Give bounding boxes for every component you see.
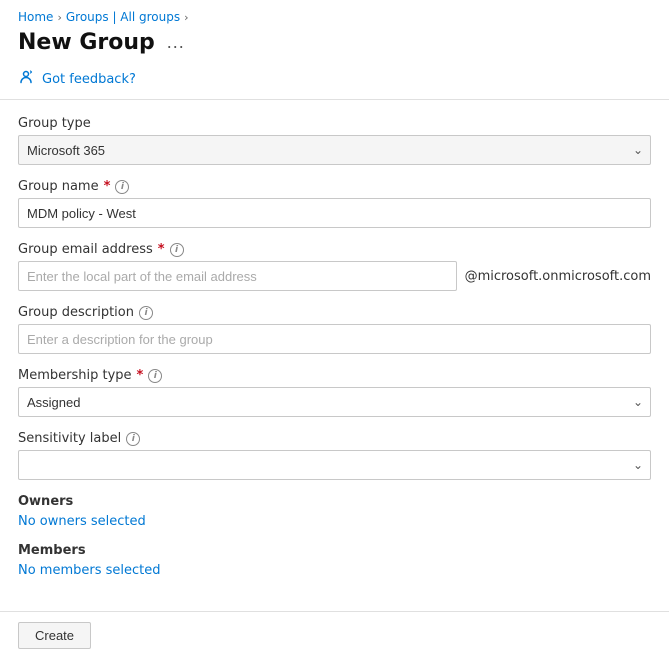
form-scroll[interactable]: Group type Microsoft 365 ⌄ Group name * … [0,100,669,611]
page-title-row: New Group ... [0,28,669,63]
group-description-input[interactable] [18,324,651,354]
group-type-select[interactable]: Microsoft 365 [18,135,651,165]
group-email-required: * [158,242,165,257]
members-section: Members No members selected [18,543,651,578]
membership-type-select[interactable]: Assigned [18,387,651,417]
group-name-input[interactable] [18,198,651,228]
create-button[interactable]: Create [18,622,91,649]
breadcrumb-groups[interactable]: Groups | All groups [66,10,180,24]
group-name-field: Group name * i [18,179,651,228]
sensitivity-label-info-icon: i [126,432,140,446]
sensitivity-label-field: Sensitivity label i ⌄ [18,431,651,480]
membership-type-required: * [137,368,144,383]
group-email-domain: @microsoft.onmicrosoft.com [465,269,651,284]
group-description-label: Group description i [18,305,651,320]
group-email-field: Group email address * i @microsoft.onmic… [18,242,651,291]
membership-type-field: Membership type * i Assigned ⌄ [18,368,651,417]
group-email-info-icon: i [170,243,184,257]
sensitivity-label-select[interactable] [18,450,651,480]
owners-section: Owners No owners selected [18,494,651,529]
membership-type-info-icon: i [148,369,162,383]
group-description-field: Group description i [18,305,651,354]
group-name-label: Group name * i [18,179,651,194]
ellipsis-button[interactable]: ... [163,30,189,55]
feedback-text: Got feedback? [42,72,136,87]
group-email-input[interactable] [18,261,457,291]
sensitivity-label-dropdown-wrapper: ⌄ [18,450,651,480]
group-type-field: Group type Microsoft 365 ⌄ [18,116,651,165]
group-type-label: Group type [18,116,651,131]
sensitivity-label-label: Sensitivity label i [18,431,651,446]
breadcrumb: Home › Groups | All groups › [0,0,669,28]
group-name-info-icon: i [115,180,129,194]
page-wrapper: Home › Groups | All groups › New Group .… [0,0,669,659]
feedback-bar[interactable]: Got feedback? [0,63,669,99]
feedback-icon [18,69,34,89]
group-email-label: Group email address * i [18,242,651,257]
footer: Create [0,611,669,659]
group-email-row: @microsoft.onmicrosoft.com [18,261,651,291]
page-title: New Group [18,30,155,55]
group-type-dropdown-wrapper: Microsoft 365 ⌄ [18,135,651,165]
group-name-required: * [104,179,111,194]
membership-type-dropdown-wrapper: Assigned ⌄ [18,387,651,417]
breadcrumb-sep1: › [57,11,61,24]
owners-link[interactable]: No owners selected [18,514,146,529]
group-description-info-icon: i [139,306,153,320]
members-heading: Members [18,543,651,558]
breadcrumb-home[interactable]: Home [18,10,53,24]
members-link[interactable]: No members selected [18,563,161,578]
membership-type-label: Membership type * i [18,368,651,383]
owners-heading: Owners [18,494,651,509]
breadcrumb-sep2: › [184,11,188,24]
